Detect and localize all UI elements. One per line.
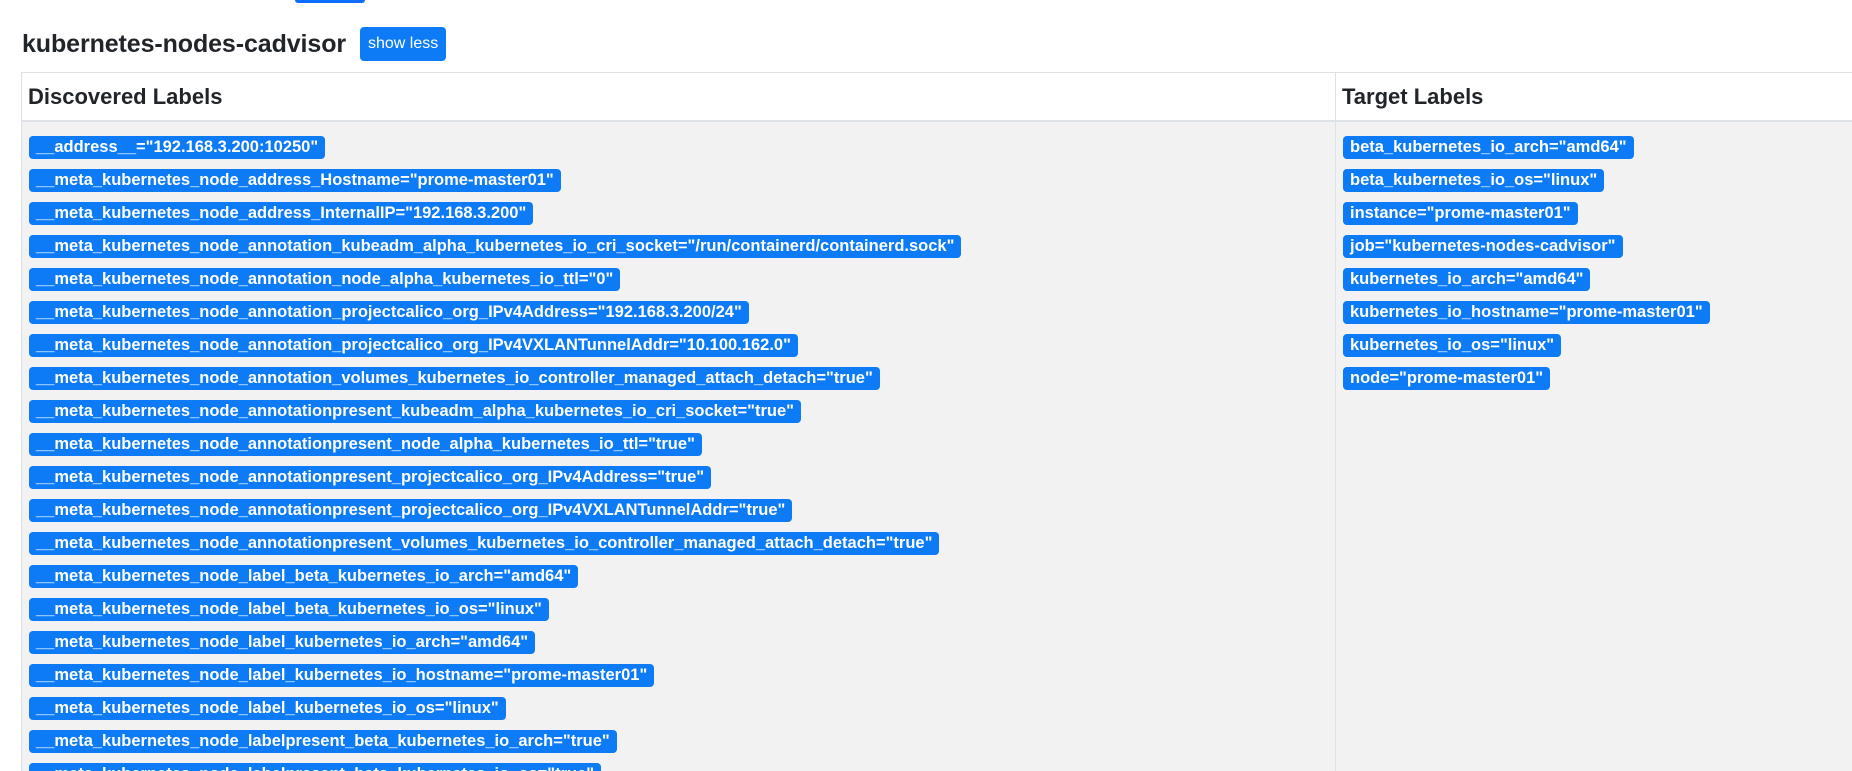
previous-section-button-edge — [295, 0, 365, 3]
labels-table: Discovered Labels Target Labels __addres… — [21, 72, 1852, 771]
job-header: kubernetes-nodes-cadvisor show less — [22, 26, 447, 62]
discovered-label-badge: __meta_kubernetes_node_annotation_projec… — [29, 301, 749, 324]
discovered-labels-header: Discovered Labels — [22, 73, 1336, 120]
discovered-label-badge: __meta_kubernetes_node_annotationpresent… — [29, 499, 793, 522]
discovered-label-badge: __meta_kubernetes_node_annotation_projec… — [29, 334, 798, 357]
discovered-label-badge: __meta_kubernetes_node_annotationpresent… — [29, 433, 702, 456]
discovered-label-badge: __meta_kubernetes_node_address_InternalI… — [29, 202, 534, 225]
discovered-label-badge: __meta_kubernetes_node_annotationpresent… — [29, 400, 801, 423]
discovered-label-badge: __address__="192.168.3.200:10250" — [29, 136, 326, 159]
discovered-label-badge: __meta_kubernetes_node_label_kubernetes_… — [29, 664, 655, 687]
discovered-label-badge: __meta_kubernetes_node_label_beta_kubern… — [29, 565, 579, 588]
discovered-label-badge: __meta_kubernetes_node_annotationpresent… — [29, 466, 712, 489]
discovered-label-badge: __meta_kubernetes_node_label_beta_kubern… — [29, 598, 549, 621]
target-labels-list: beta_kubernetes_io_arch="amd64" beta_kube… — [1343, 136, 1852, 400]
target-labels-cell: beta_kubernetes_io_arch="amd64" beta_kube… — [1336, 122, 1852, 771]
target-label-badge: job="kubernetes-nodes-cadvisor" — [1343, 235, 1623, 258]
discovered-label-badge: __meta_kubernetes_node_labelpresent_beta… — [29, 730, 617, 753]
target-label-badge: kubernetes_io_hostname="prome-master01" — [1343, 301, 1710, 324]
labels-table-header: Discovered Labels Target Labels — [22, 73, 1852, 122]
target-label-badge: instance="prome-master01" — [1343, 202, 1578, 225]
target-label-badge: node="prome-master01" — [1343, 367, 1551, 390]
target-label-badge: beta_kubernetes_io_arch="amd64" — [1343, 136, 1634, 159]
target-label-badge: kubernetes_io_arch="amd64" — [1343, 268, 1591, 291]
discovered-label-badge: __meta_kubernetes_node_annotationpresent… — [29, 532, 940, 555]
target-label-badge: kubernetes_io_os="linux" — [1343, 334, 1562, 357]
target-labels-header: Target Labels — [1342, 83, 1484, 109]
discovered-label-badge: __meta_kubernetes_node_label_kubernetes_… — [29, 631, 536, 654]
discovered-label-badge: __meta_kubernetes_node_address_Hostname=… — [29, 169, 561, 192]
discovered-label-badge: __meta_kubernetes_node_annotation_node_a… — [29, 268, 621, 291]
target-label-badge: beta_kubernetes_io_os="linux" — [1343, 169, 1605, 192]
discovered-label-badge: __meta_kubernetes_node_annotation_volume… — [29, 367, 880, 390]
discovered-label-badge: __meta_kubernetes_node_annotation_kubead… — [29, 235, 962, 258]
job-title: kubernetes-nodes-cadvisor — [22, 29, 346, 58]
show-less-button[interactable]: show less — [360, 27, 447, 61]
labels-table-body: __address__="192.168.3.200:10250" __meta_… — [22, 122, 1852, 771]
discovered-labels-cell: __address__="192.168.3.200:10250" __meta_… — [22, 122, 1336, 771]
discovered-labels-list: __address__="192.168.3.200:10250" __meta_… — [29, 136, 1335, 771]
discovered-label-badge: __meta_kubernetes_node_label_kubernetes_… — [29, 697, 506, 720]
